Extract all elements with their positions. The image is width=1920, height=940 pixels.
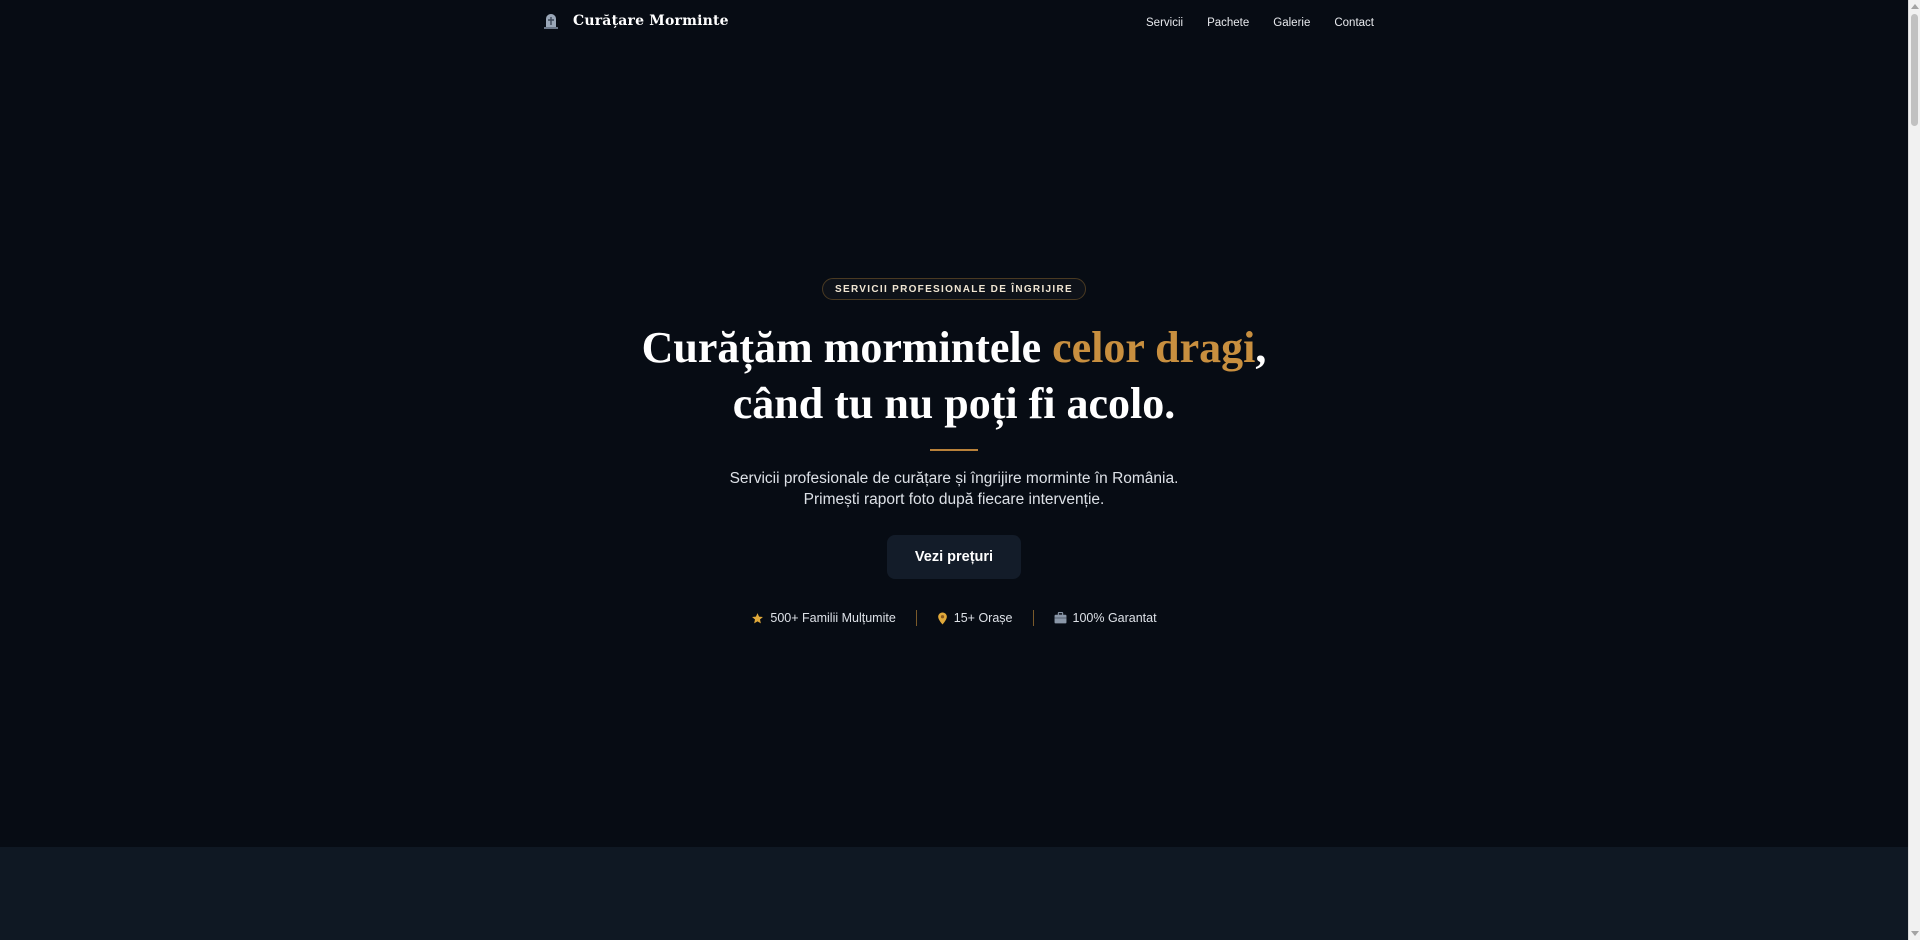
scroll-up-arrow-icon[interactable] — [1911, 4, 1919, 9]
scroll-down-arrow-icon[interactable] — [1911, 931, 1919, 936]
stat-families: 500+ Familii Mulțumite — [731, 611, 915, 625]
hero-subtitle-line1: Servicii profesionale de curățare și îng… — [729, 470, 1179, 487]
nav-item-servicii[interactable]: Servicii — [1146, 17, 1183, 29]
page-scrollbar[interactable] — [1908, 0, 1920, 940]
hero-badge-text: SERVICII PROFESIONALE DE ÎNGRIJIRE — [835, 283, 1073, 295]
stat-cities-label: 15+ Orașe — [953, 611, 1013, 625]
scrollbar-thumb[interactable] — [1911, 14, 1918, 126]
hero-headline: Curățăm mormintele celor dragi, când tu n… — [0, 320, 1908, 432]
hero-badge: SERVICII PROFESIONALE DE ÎNGRIJIRE — [822, 278, 1086, 300]
next-section — [0, 847, 1908, 940]
stat-families-label: 500+ Familii Mulțumite — [770, 611, 896, 625]
brand-name: Curățare Morminte — [573, 13, 729, 29]
headline-line2: când tu nu poți fi acolo. — [732, 379, 1176, 428]
nav-item-contact[interactable]: Contact — [1334, 17, 1374, 29]
page: SERVICII PROFESIONALE DE ÎNGRIJIRE Curăț… — [0, 0, 1908, 940]
headline-accent: celor dragi — [1052, 323, 1256, 372]
hero-divider — [930, 449, 978, 451]
site-header: Curățare Morminte Servicii Pachete Galer… — [0, 0, 1908, 48]
headline-part2: , — [1255, 323, 1267, 372]
brand-logo-link[interactable]: Curățare Morminte — [543, 13, 729, 29]
grave-icon — [543, 13, 559, 29]
nav-item-galerie[interactable]: Galerie — [1273, 17, 1310, 29]
nav-item-pachete[interactable]: Pachete — [1207, 17, 1249, 29]
stat-guarantee: 100% Garantat — [1034, 611, 1177, 625]
view-prices-button[interactable]: Vezi prețuri — [887, 535, 1021, 579]
stat-guarantee-label: 100% Garantat — [1072, 611, 1157, 625]
hero-stats: 500+ Familii Mulțumite 15+ Orașe 100% Ga… — [0, 610, 1908, 626]
stat-cities: 15+ Orașe — [917, 611, 1033, 625]
location-pin-icon — [937, 612, 948, 625]
briefcase-icon — [1054, 612, 1067, 624]
main-nav: Servicii Pachete Galerie Contact — [1146, 17, 1374, 29]
headline-part1: Curățăm mormintele — [641, 323, 1053, 372]
star-icon — [751, 612, 764, 625]
hero-subtitle: Servicii profesionale de curățare și îng… — [0, 468, 1908, 510]
hero-subtitle-line2: Primești raport foto după fiecare interv… — [803, 491, 1105, 508]
hero-section: SERVICII PROFESIONALE DE ÎNGRIJIRE Curăț… — [0, 0, 1908, 847]
